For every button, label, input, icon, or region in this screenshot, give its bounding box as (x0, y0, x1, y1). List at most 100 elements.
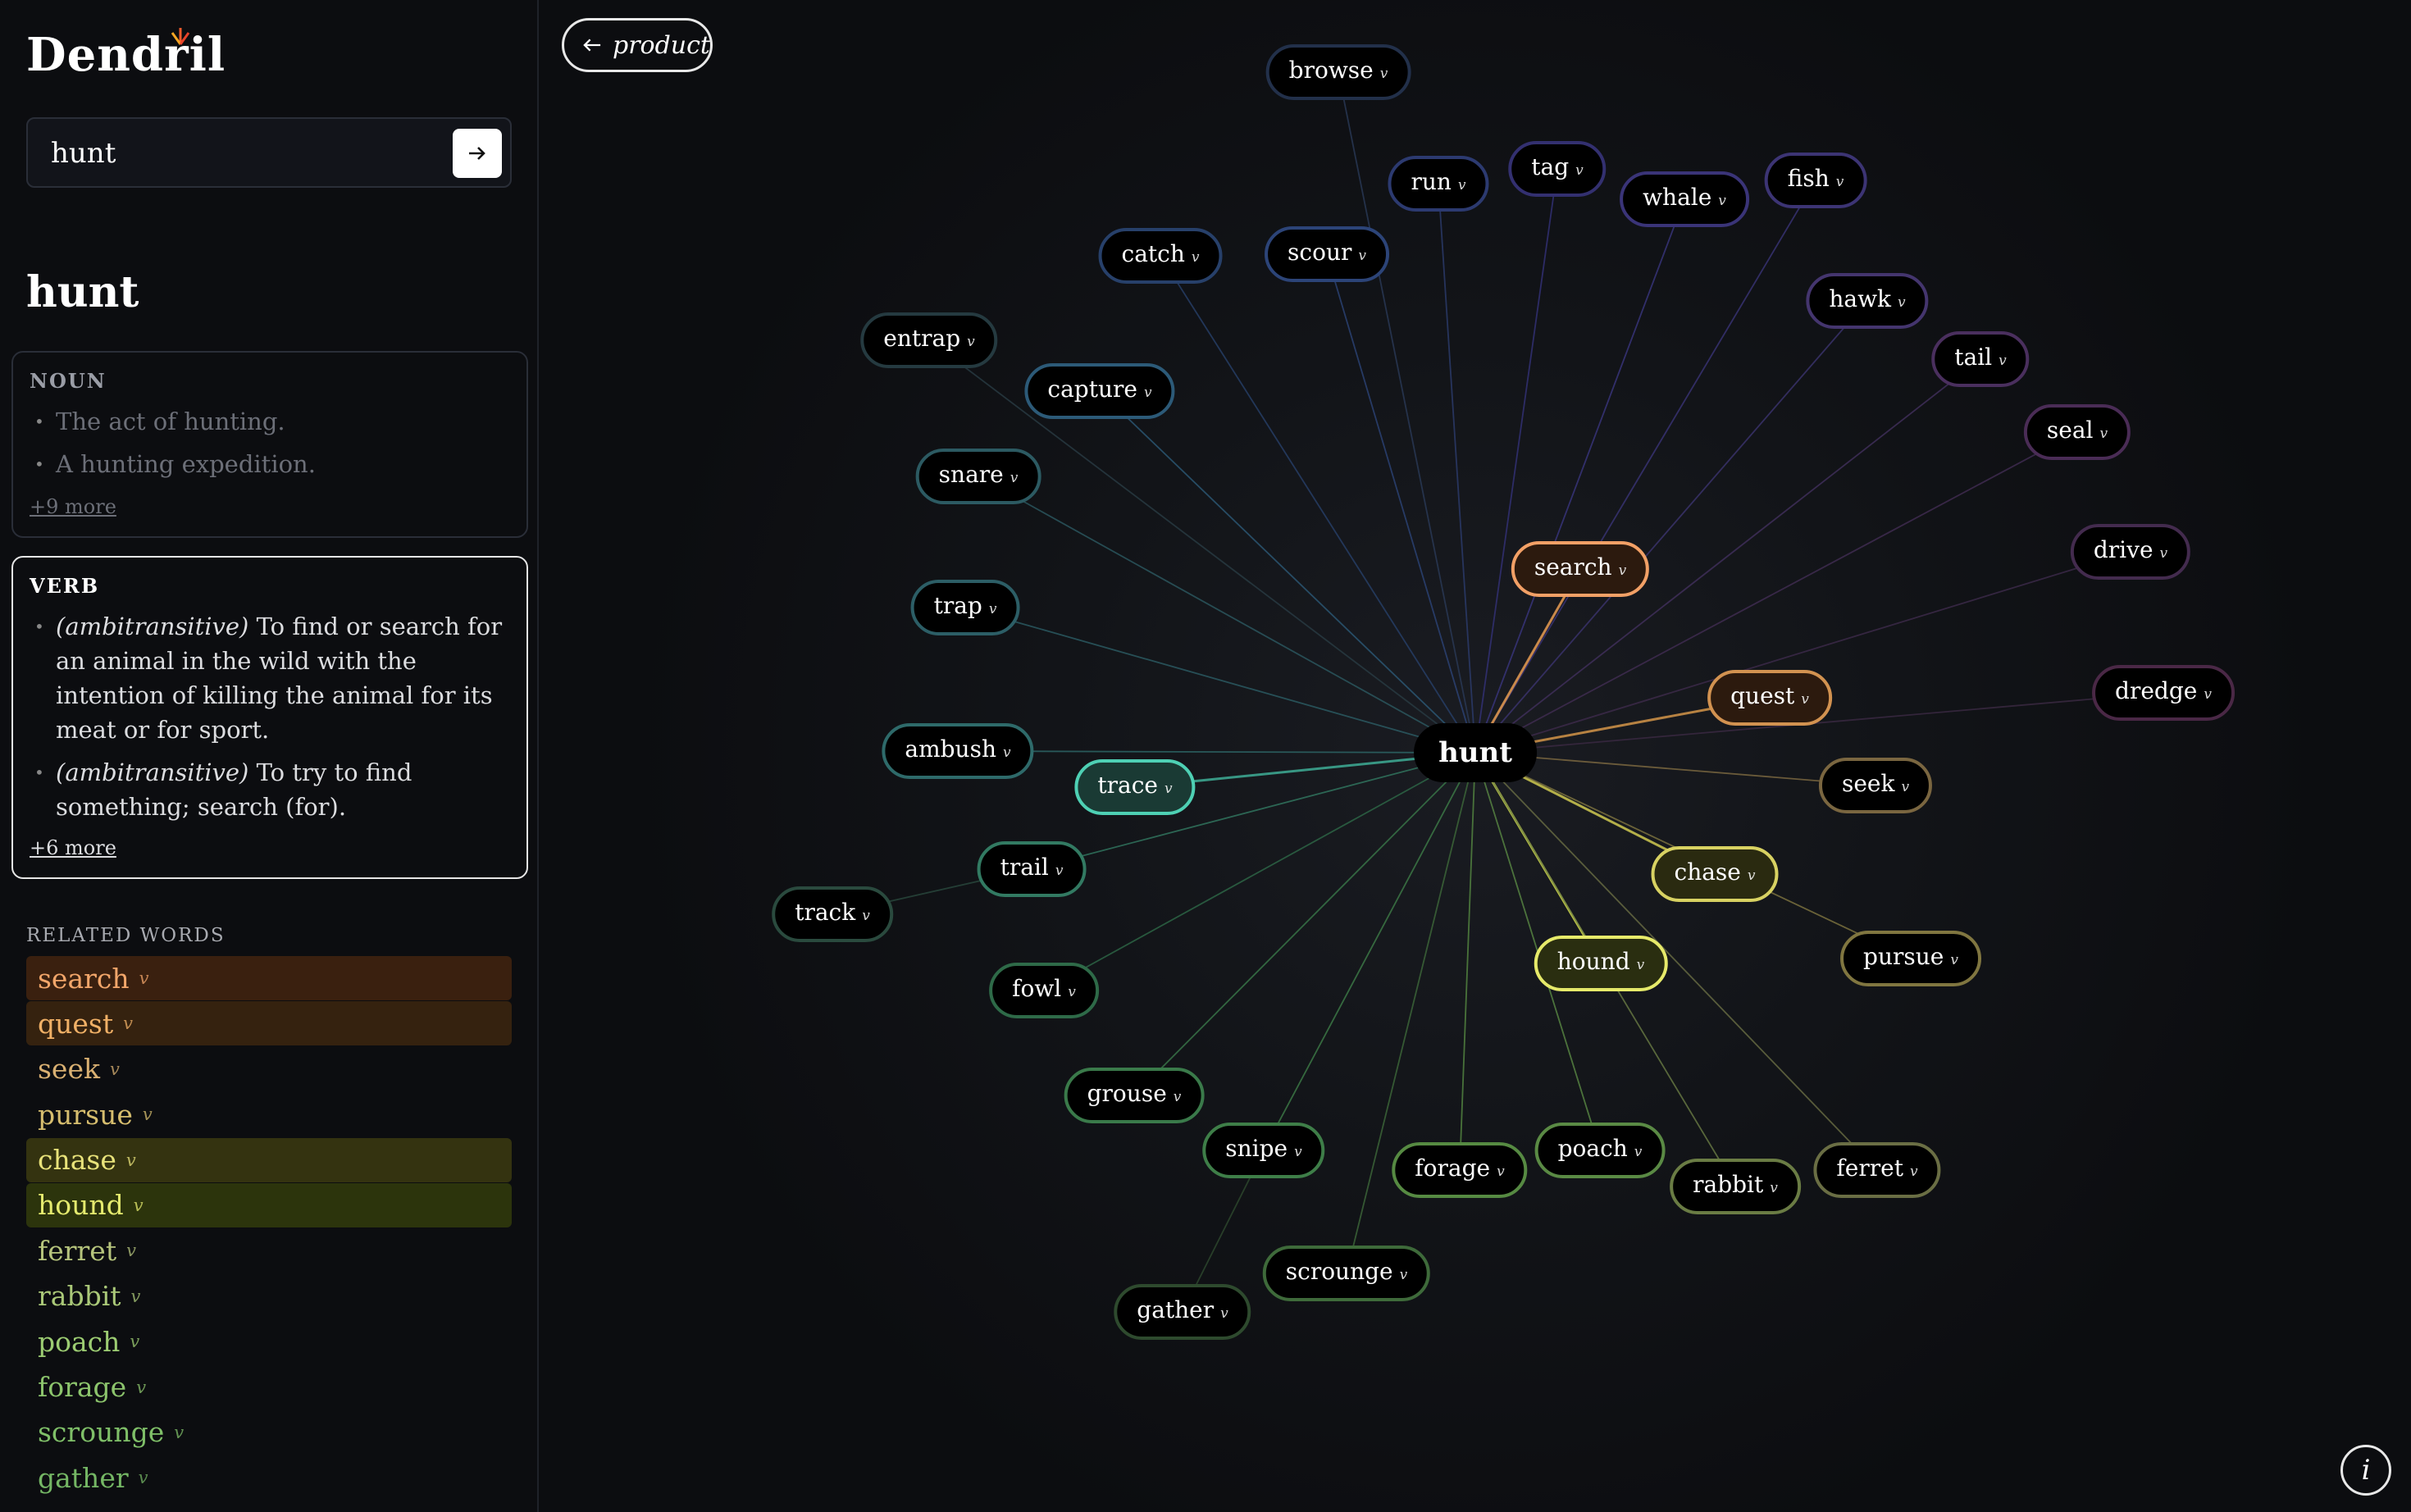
edge-capture (1099, 390, 1476, 754)
back-button-label: product (613, 30, 710, 60)
graph-node-dredge[interactable]: dredge v (2092, 665, 2235, 721)
app-logo[interactable]: Dendril (26, 28, 226, 82)
graph-node-grouse[interactable]: grouse v (1064, 1068, 1205, 1123)
graph-node-snipe[interactable]: snipe v (1202, 1123, 1325, 1178)
related-word-item[interactable]: poach v (26, 1319, 512, 1364)
node-word: rabbit (1693, 1171, 1764, 1198)
graph-node-fowl[interactable]: fowl v (989, 963, 1099, 1018)
node-pos: v (1173, 1089, 1182, 1105)
node-pos: v (1801, 691, 1809, 708)
graph-node-hawk[interactable]: hawk v (1806, 273, 1929, 329)
info-button[interactable]: i (2340, 1445, 2391, 1496)
graph-node-forage[interactable]: forage v (1392, 1142, 1528, 1198)
noun-definition: The act of hunting. (30, 404, 510, 439)
graph-node-run[interactable]: run v (1388, 156, 1489, 212)
graph-node-tag[interactable]: tag v (1508, 141, 1607, 197)
graph-node-poach[interactable]: poach v (1534, 1123, 1666, 1178)
edge-scour (1326, 253, 1476, 754)
verb-card[interactable]: VERB (ambitransitive) To find or search … (11, 556, 528, 879)
related-word-item[interactable]: search v (26, 956, 512, 1000)
node-pos: v (1457, 177, 1466, 194)
node-pos: v (1636, 957, 1645, 973)
related-word-item[interactable]: chase v (26, 1137, 512, 1182)
related-word: rabbit (38, 1280, 121, 1313)
graph-node-chase[interactable]: chase v (1651, 846, 1779, 902)
node-pos: v (1634, 1144, 1643, 1160)
node-word: scrounge (1285, 1258, 1393, 1285)
graph-node-catch[interactable]: catch v (1098, 228, 1223, 284)
node-pos: v (1835, 174, 1844, 190)
related-word-item[interactable]: seek v (26, 1047, 512, 1091)
related-word: seek (38, 1053, 100, 1086)
graph-node-browse[interactable]: browse v (1265, 44, 1411, 100)
related-word: search (38, 962, 130, 995)
graph-node-whale[interactable]: whale v (1620, 171, 1749, 227)
graph-node-search[interactable]: search v (1511, 541, 1650, 597)
node-pos: v (2099, 426, 2108, 442)
arrow-right-icon (469, 147, 485, 160)
graph-node-drive[interactable]: drive v (2070, 524, 2191, 580)
node-word: scour (1288, 239, 1352, 266)
search-input[interactable] (49, 132, 446, 175)
word-graph[interactable]: browse v run v tag v whale v fish v catch v scour v ha… (539, 0, 2411, 1512)
related-word-item[interactable]: quest v (26, 1001, 512, 1046)
node-pos: v (1294, 1144, 1302, 1160)
node-pos: v (1999, 353, 2007, 369)
verb-definition: (ambitransitive) To try to find somethin… (30, 755, 510, 824)
back-to-product-button[interactable]: product (562, 18, 713, 72)
edge-whale (1474, 198, 1685, 754)
graph-node-track[interactable]: track v (772, 886, 893, 942)
node-pos: v (1143, 385, 1152, 401)
related-word: pursue (38, 1098, 133, 1131)
graph-node-entrap[interactable]: entrap v (860, 312, 998, 368)
graph-node-trail[interactable]: trail v (977, 841, 1087, 897)
graph-node-seek[interactable]: seek v (1818, 758, 1933, 813)
related-word: chase (38, 1144, 116, 1177)
node-pos: v (1497, 1164, 1505, 1180)
info-icon: i (2361, 1454, 2371, 1487)
related-words-list: search v quest v seek v pursue v chase v hound v fer… (26, 956, 512, 1501)
graph-node-pursue[interactable]: pursue v (1840, 931, 1981, 986)
grammar-note: (ambitransitive) (56, 758, 249, 786)
graph-node-hound[interactable]: hound v (1534, 936, 1668, 991)
node-word: drive (2093, 536, 2153, 563)
graph-node-capture[interactable]: capture v (1024, 363, 1175, 419)
noun-more-link[interactable]: +9 more (30, 495, 116, 518)
part-of-speech: v (130, 1332, 140, 1352)
related-word-item[interactable]: forage v (26, 1365, 512, 1410)
grammar-note: (ambitransitive) (56, 613, 249, 640)
graph-node-seal[interactable]: seal v (2023, 404, 2131, 460)
edge-forage (1459, 752, 1476, 1171)
search-submit-button[interactable] (453, 129, 502, 178)
graph-node-scrounge[interactable]: scrounge v (1262, 1246, 1431, 1301)
node-pos: v (1010, 470, 1019, 486)
related-word-item[interactable]: hound v (26, 1182, 512, 1227)
node-word: hound (1556, 948, 1630, 975)
graph-node-fish[interactable]: fish v (1764, 153, 1867, 208)
node-word: capture (1047, 376, 1137, 403)
graph-node-scour[interactable]: scour v (1265, 226, 1389, 282)
related-word-item[interactable]: rabbit v (26, 1274, 512, 1318)
related-word-item[interactable]: ferret v (26, 1228, 512, 1273)
node-word: entrap (883, 325, 961, 352)
related-word-item[interactable]: pursue v (26, 1092, 512, 1136)
related-word-item[interactable]: gather v (26, 1455, 512, 1500)
part-of-speech: v (130, 1286, 141, 1306)
graph-node-trace[interactable]: trace v (1074, 759, 1196, 815)
noun-card[interactable]: NOUN The act of hunting. A hunting exped… (11, 351, 528, 538)
graph-node-gather[interactable]: gather v (1114, 1284, 1251, 1340)
graph-node-trap[interactable]: trap v (910, 580, 1020, 635)
graph-center-node[interactable]: hunt (1414, 723, 1537, 782)
graph-node-rabbit[interactable]: rabbit v (1670, 1159, 1801, 1214)
graph-node-ferret[interactable]: ferret v (1813, 1142, 1941, 1198)
graph-node-ambush[interactable]: ambush v (882, 723, 1034, 779)
graph-node-tail[interactable]: tail v (1931, 331, 2030, 387)
node-word: snare (938, 461, 1004, 488)
graph-node-quest[interactable]: quest v (1707, 670, 1832, 726)
node-word: trap (933, 592, 982, 619)
node-pos: v (1747, 868, 1756, 884)
related-word-item[interactable]: scrounge v (26, 1410, 512, 1455)
graph-node-snare[interactable]: snare v (915, 449, 1041, 504)
node-pos: v (1718, 193, 1726, 209)
verb-more-link[interactable]: +6 more (30, 836, 116, 859)
